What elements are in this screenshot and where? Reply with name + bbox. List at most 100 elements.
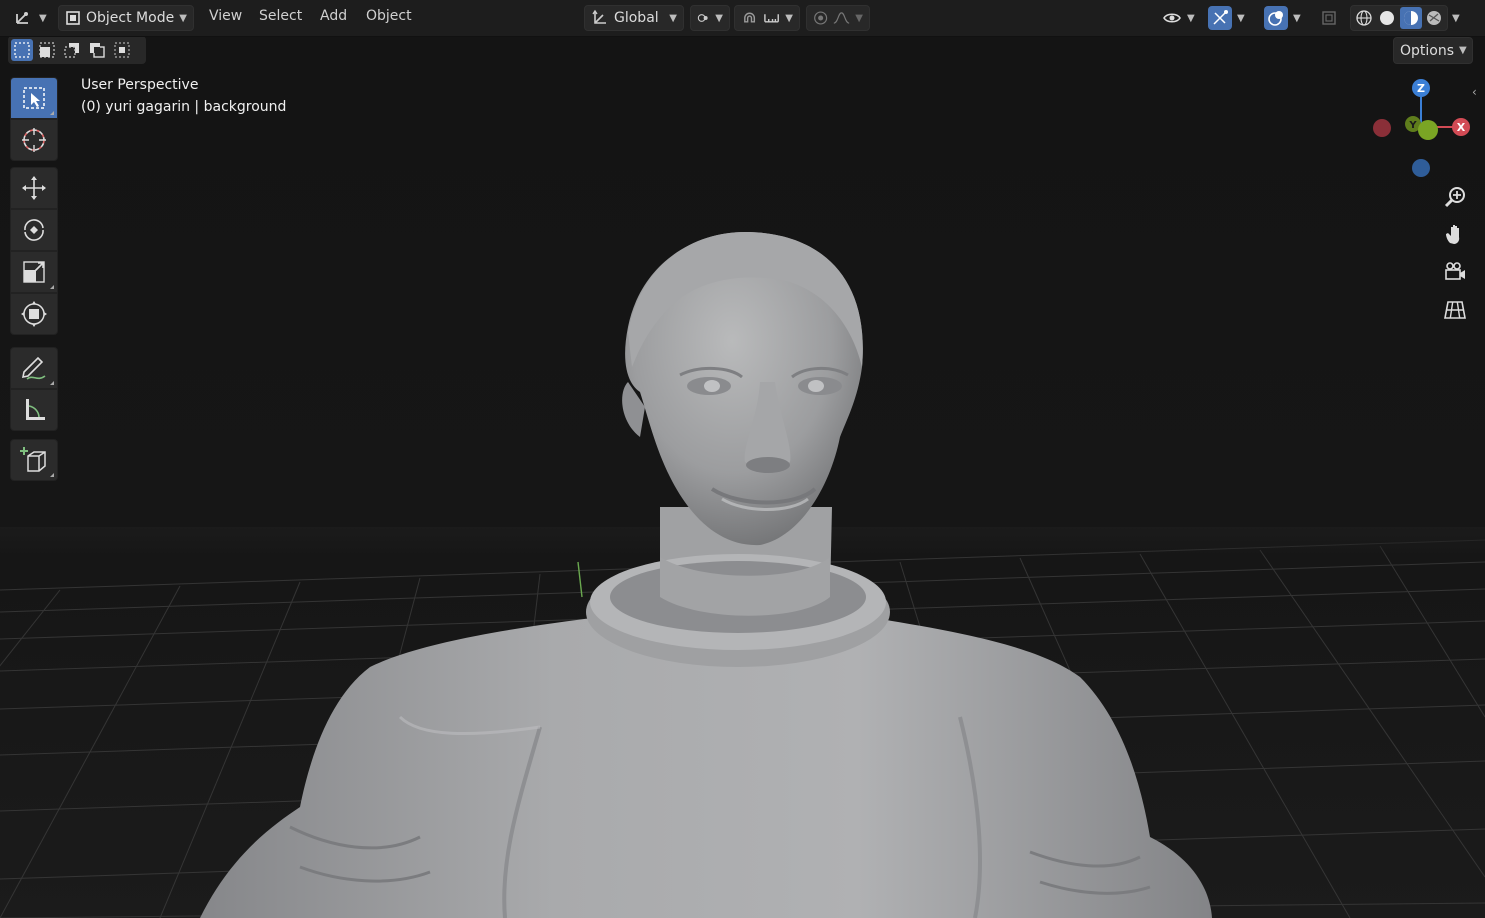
toolbar-group-select [10, 77, 58, 161]
bust-model [200, 232, 1212, 918]
select-extend-icon [39, 42, 55, 58]
chevron-down-icon: ▼ [1187, 12, 1195, 24]
eye-icon [1163, 13, 1181, 23]
gizmo-toggle-button[interactable] [1208, 6, 1232, 30]
perspective-label: User Perspective [81, 77, 199, 93]
chevron-down-icon: ▼ [1452, 12, 1460, 24]
selectability-visibility-dropdown[interactable]: ▼ [1162, 5, 1202, 31]
solid-sphere-icon [1380, 11, 1395, 25]
chevron-down-icon: ▼ [179, 12, 187, 24]
tool-add-cube[interactable] [10, 439, 58, 481]
toolbar-group-transform [10, 167, 58, 335]
tool-rotate[interactable] [10, 209, 58, 251]
material-preview-button[interactable] [1400, 7, 1422, 29]
overlays-toggle-group[interactable]: ▼ [1264, 5, 1312, 31]
object-info-label: (0) yuri gagarin | background [81, 99, 287, 115]
select-mode-difference-button[interactable] [86, 39, 108, 61]
editor-type-icon [16, 12, 28, 24]
select-new-icon [14, 42, 30, 58]
select-mode-extend-button[interactable] [36, 39, 58, 61]
tool-move[interactable] [10, 167, 58, 209]
camera-icon [1445, 262, 1465, 280]
annotate-icon [21, 356, 46, 380]
grid-ortho-icon [1444, 301, 1466, 319]
add-cube-icon [20, 447, 46, 472]
chevron-down-icon: ▼ [1237, 12, 1245, 24]
pan-button[interactable] [1440, 219, 1470, 249]
chevron-down-icon: ▼ [855, 12, 863, 24]
gizmo-x-label: X [1457, 121, 1466, 134]
object-mode-icon [66, 11, 80, 25]
menu-select[interactable]: Select [259, 8, 302, 24]
zoom-icon [1444, 187, 1465, 208]
shading-options-dropdown[interactable]: ▼ [1452, 5, 1470, 31]
tool-select-box[interactable] [10, 77, 58, 119]
cursor-icon [22, 128, 46, 152]
chevron-down-icon: ▼ [715, 12, 723, 24]
rotate-icon [24, 219, 44, 241]
mode-dropdown[interactable]: Object Mode ▼ [58, 5, 194, 31]
proportional-editing-group[interactable]: ▼ [806, 5, 870, 31]
rendered-sphere-icon [1427, 11, 1442, 25]
wireframe-sphere-icon [1356, 10, 1372, 26]
toolbar-group-annotate [10, 347, 58, 431]
options-dropdown[interactable]: Options ▼ [1393, 37, 1473, 64]
menu-object[interactable]: Object [366, 8, 412, 24]
viewport-scene [0, 232, 1485, 918]
magnet-icon [744, 12, 756, 23]
select-intersect-icon [114, 42, 130, 58]
shading-modes-group[interactable] [1350, 5, 1448, 31]
snapping-group[interactable]: ▼ [734, 5, 800, 31]
tool-measure[interactable] [10, 389, 58, 431]
options-label: Options [1400, 42, 1455, 59]
select-mode-subtract-button[interactable] [61, 39, 83, 61]
select-difference-icon [90, 43, 105, 58]
zoom-button[interactable] [1440, 182, 1470, 212]
tool-transform[interactable] [10, 293, 58, 335]
xray-icon [1322, 11, 1336, 25]
pivot-icon [697, 14, 708, 22]
gizmo-z-label: Z [1417, 82, 1425, 95]
mode-label: Object Mode [86, 10, 175, 26]
tool-scale[interactable] [10, 251, 58, 293]
camera-view-button[interactable] [1440, 257, 1470, 287]
tool-annotate[interactable] [10, 347, 58, 389]
scale-icon [23, 261, 45, 283]
xray-toggle-button[interactable] [1320, 5, 1344, 31]
tool-cursor[interactable] [10, 119, 58, 161]
material-sphere-icon [1403, 11, 1418, 25]
pivot-point-dropdown[interactable]: ▼ [690, 5, 730, 31]
transform-orientation-dropdown[interactable]: Global ▼ [584, 5, 684, 31]
proportional-editing-icon [814, 11, 828, 25]
editor-type-button[interactable]: ▼ [14, 5, 50, 31]
select-box-icon [23, 87, 45, 109]
chevron-down-icon: ▼ [1459, 45, 1467, 56]
rendered-shading-button[interactable] [1424, 7, 1446, 29]
gizmo-y-label: Y [1408, 120, 1417, 131]
move-icon [22, 176, 46, 200]
gizmo-toggle-group[interactable]: ▼ [1208, 5, 1256, 31]
gizmo-icon [1213, 10, 1228, 25]
overlays-icon [1268, 11, 1283, 26]
toolbar-group-add [10, 439, 58, 481]
navigation-gizmo[interactable]: Z Y X [1366, 75, 1476, 185]
3d-viewport[interactable]: User Perspective (0) yuri gagarin | back… [0, 37, 1485, 918]
select-subtract-icon [64, 43, 79, 58]
chevron-down-icon: ▼ [39, 12, 47, 24]
selection-mode-group [8, 37, 146, 64]
menu-view[interactable]: View [209, 8, 242, 24]
select-mode-new-button[interactable] [11, 39, 33, 61]
select-mode-intersect-button[interactable] [111, 39, 133, 61]
transform-icon [21, 301, 47, 327]
menu-add[interactable]: Add [320, 8, 347, 24]
falloff-curve-icon [833, 12, 850, 24]
solid-shading-button[interactable] [1377, 7, 1399, 29]
snap-increment-icon [764, 14, 780, 23]
wireframe-shading-button[interactable] [1353, 7, 1375, 29]
overlays-toggle-button[interactable] [1264, 6, 1288, 30]
ortho-toggle-button[interactable] [1440, 295, 1470, 325]
hand-icon [1446, 225, 1460, 244]
chevron-down-icon: ▼ [669, 12, 677, 24]
orientation-icon [592, 9, 606, 24]
chevron-down-icon: ▼ [785, 12, 793, 24]
